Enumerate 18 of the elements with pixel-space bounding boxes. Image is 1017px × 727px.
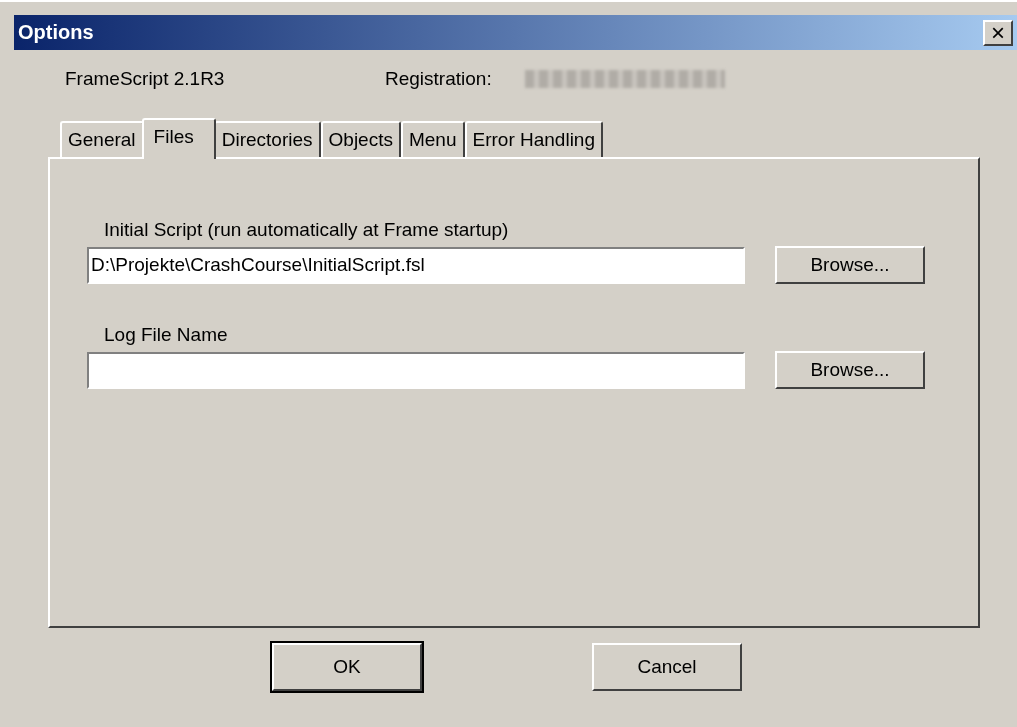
tab[interactable]: General <box>60 121 144 157</box>
tab[interactable]: Objects <box>320 121 401 157</box>
close-button[interactable]: × <box>983 19 1013 46</box>
browse-button[interactable]: Browse... <box>775 246 925 284</box>
registration-label: Registration: <box>385 68 493 90</box>
browse-button[interactable]: Browse... <box>775 351 925 389</box>
cancel-button[interactable]: Cancel <box>592 643 742 691</box>
input-field[interactable]: D:\Projekte\CrashCourse\InitialScript.fsl <box>87 246 745 284</box>
field-label: Initial Script (run automatically at Frame startup) <box>103 219 510 241</box>
tab[interactable]: Files <box>141 118 216 159</box>
tab[interactable]: Error Handling <box>464 121 603 157</box>
field-label: Log File Name <box>103 324 229 346</box>
product-version: FrameScript 2.1R3 <box>65 68 226 90</box>
window-title: Options <box>18 21 94 44</box>
input-field[interactable] <box>87 351 745 389</box>
tab[interactable]: Menu <box>400 121 465 157</box>
tab[interactable]: Directories <box>213 121 321 157</box>
ok-button[interactable]: OK <box>272 643 422 691</box>
